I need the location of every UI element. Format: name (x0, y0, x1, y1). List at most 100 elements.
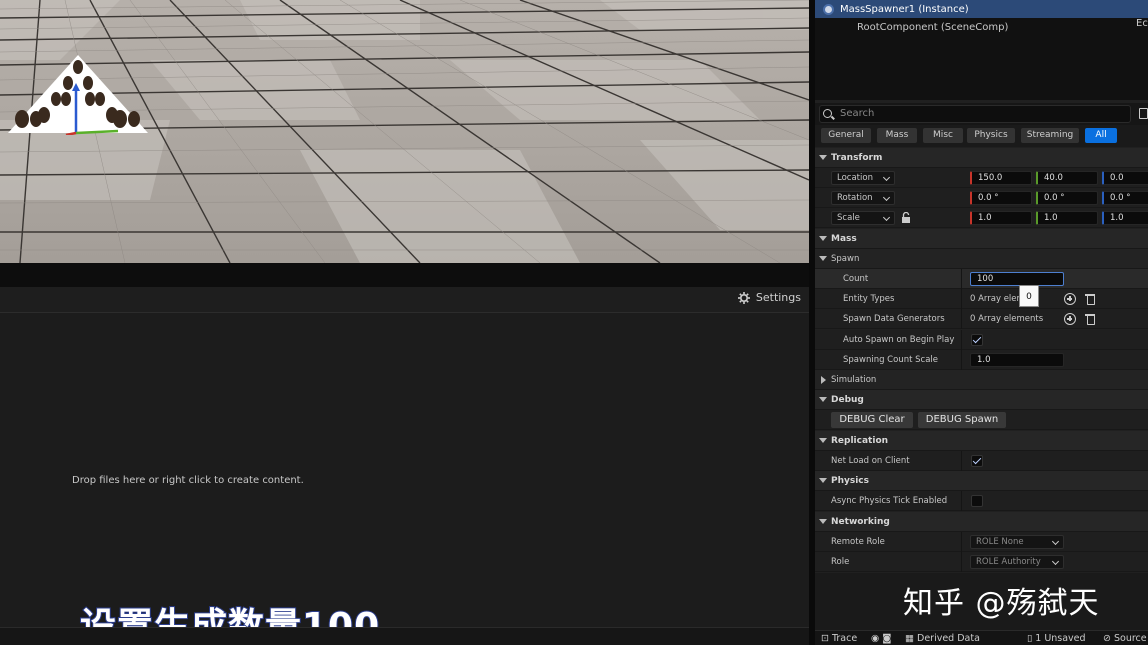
expand-arrow-icon (819, 478, 827, 483)
remote-role-row: Remote Role ROLE None (815, 532, 1148, 552)
net-load-row: Net Load on Client (815, 451, 1148, 471)
trash-icon[interactable] (1085, 313, 1095, 325)
remote-role-dropdown[interactable]: ROLE None (970, 535, 1064, 549)
column-divider (961, 350, 962, 370)
tab-general[interactable]: General (821, 128, 871, 143)
scale-label: Scale (837, 213, 860, 223)
auto-spawn-row: Auto Spawn on Begin Play (815, 330, 1148, 350)
column-divider (961, 330, 962, 350)
subcategory-simulation[interactable]: Simulation (815, 370, 1148, 390)
location-y-field[interactable]: 40.0 (1036, 171, 1098, 185)
category-mass[interactable]: Mass (815, 229, 1148, 249)
location-x-field[interactable]: 150.0 (970, 171, 1032, 185)
lock-icon[interactable] (901, 212, 911, 224)
rotation-row: Rotation 0.0 ° 0.0 ° 0.0 ° (815, 188, 1148, 208)
debug-clear-button[interactable]: DEBUG Clear (831, 412, 913, 428)
rotation-label: Rotation (837, 193, 873, 203)
entity-types-row: Entity Types 0 Array elements (815, 289, 1148, 309)
tab-physics[interactable]: Physics (967, 128, 1015, 143)
search-bar: Search (815, 103, 1148, 125)
tab-all[interactable]: All (1085, 128, 1117, 143)
count-row: Count 100 (815, 269, 1148, 289)
rotation-mode-dropdown[interactable]: Rotation (831, 191, 895, 205)
property-matrix-icon[interactable] (1139, 108, 1148, 119)
count-label: Count (843, 274, 869, 284)
subcategory-spawn[interactable]: Spawn (815, 249, 1148, 269)
net-load-label: Net Load on Client (831, 456, 910, 466)
category-label: Debug (831, 395, 864, 405)
truncated-text: Ec (1136, 18, 1148, 29)
derived-data-label: Derived Data (917, 633, 980, 644)
net-load-checkbox[interactable] (971, 455, 983, 467)
rotation-z-field[interactable]: 0.0 ° (1102, 191, 1148, 205)
column-divider (961, 532, 962, 552)
location-z-field[interactable]: 0.0 (1102, 171, 1148, 185)
search-input[interactable]: Search (819, 105, 1131, 123)
instance-row[interactable]: MassSpawner1 (Instance) (815, 0, 1148, 18)
debug-spawn-button[interactable]: DEBUG Spawn (918, 412, 1006, 428)
category-physics[interactable]: Physics (815, 471, 1148, 491)
debug-buttons-row: DEBUG Clear DEBUG Spawn (815, 410, 1148, 430)
add-element-icon[interactable] (1064, 293, 1076, 305)
location-mode-dropdown[interactable]: Location (831, 171, 895, 185)
root-component-row[interactable]: RootComponent (SceneComp) (815, 18, 1148, 36)
category-transform[interactable]: Transform (815, 148, 1148, 168)
spawning-count-scale-input[interactable]: 1.0 (970, 353, 1064, 367)
trash-icon[interactable] (1085, 293, 1095, 305)
expand-arrow-icon (819, 256, 827, 261)
unsaved-button[interactable]: ▯ 1 Unsaved (1027, 633, 1086, 644)
panel-separator (0, 263, 809, 287)
source-control-button[interactable]: ⊘ Source (1103, 633, 1147, 644)
scale-mode-dropdown[interactable]: Scale (831, 211, 895, 225)
level-viewport[interactable] (0, 0, 809, 263)
auto-spawn-checkbox[interactable] (971, 334, 983, 346)
chevron-down-icon (882, 173, 891, 182)
scale-y-field[interactable]: 1.0 (1036, 211, 1098, 225)
async-physics-checkbox[interactable] (971, 495, 983, 507)
category-label: Physics (831, 476, 870, 486)
chevron-down-icon (882, 213, 891, 222)
category-networking[interactable]: Networking (815, 512, 1148, 532)
spawner-billboard-icon[interactable] (8, 55, 158, 135)
subcategory-label: Spawn (831, 254, 860, 264)
filter-tabs: General Mass Misc Physics Streaming All (815, 125, 1148, 147)
tab-mass[interactable]: Mass (877, 128, 917, 143)
entity-types-label: Entity Types (843, 294, 895, 304)
column-divider (961, 491, 962, 511)
tab-misc[interactable]: Misc (923, 128, 963, 143)
rotation-y-field[interactable]: 0.0 ° (1036, 191, 1098, 205)
root-component-label: RootComponent (SceneComp) (857, 21, 1009, 33)
expand-arrow-icon (819, 397, 827, 402)
scale-x-field[interactable]: 1.0 (970, 211, 1032, 225)
async-physics-label: Async Physics Tick Enabled (831, 496, 948, 506)
unsaved-label: 1 Unsaved (1035, 633, 1086, 644)
remote-role-value: ROLE None (976, 537, 1024, 547)
expand-arrow-icon (819, 236, 827, 241)
add-element-icon[interactable] (1064, 313, 1076, 325)
file-icon: ▯ (1027, 633, 1036, 644)
generators-label: Spawn Data Generators (843, 314, 945, 324)
category-debug[interactable]: Debug (815, 390, 1148, 410)
left-status-bar (0, 627, 809, 645)
source-control-icon: ⊘ (1103, 633, 1114, 644)
settings-button[interactable]: Settings (737, 291, 801, 304)
record-icon[interactable]: ◉ ◙ (871, 633, 892, 644)
trace-button[interactable]: ⊡ Trace (821, 633, 857, 644)
expand-arrow-icon (819, 519, 827, 524)
scale-z-field[interactable]: 1.0 (1102, 211, 1148, 225)
derived-data-button[interactable]: ▦ Derived Data (905, 633, 980, 644)
database-icon: ▦ (905, 633, 917, 644)
category-replication[interactable]: Replication (815, 431, 1148, 451)
column-divider (961, 451, 962, 471)
chevron-down-icon (1051, 557, 1060, 566)
count-input[interactable]: 100 (970, 272, 1064, 286)
expand-arrow-icon (819, 155, 827, 160)
rotation-x-field[interactable]: 0.0 ° (970, 191, 1032, 205)
role-value: ROLE Authority (976, 557, 1041, 567)
content-browser[interactable]: Settings Drop files here or right click … (0, 287, 809, 645)
role-dropdown[interactable]: ROLE Authority (970, 555, 1064, 569)
tab-streaming[interactable]: Streaming (1021, 128, 1079, 143)
editor-window: Settings Drop files here or right click … (0, 0, 1148, 645)
category-label: Mass (831, 234, 857, 244)
trace-icon: ⊡ (821, 633, 832, 644)
